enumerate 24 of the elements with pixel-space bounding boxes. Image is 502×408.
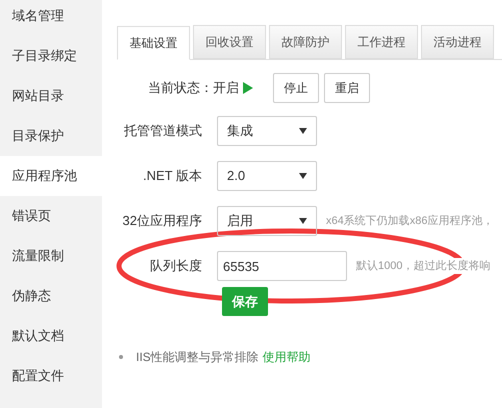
- caret-icon: [299, 173, 307, 179]
- status-label: 当前状态：: [148, 79, 213, 98]
- tab[interactable]: 活动进程: [421, 25, 494, 59]
- field-label: 32位应用程序: [122, 212, 202, 230]
- status-button[interactable]: 重启: [324, 73, 370, 103]
- tab[interactable]: 工作进程: [345, 25, 418, 59]
- field-label: 托管管道模式: [123, 122, 202, 140]
- status-value: 开启: [213, 79, 239, 98]
- caret-icon: [299, 128, 307, 134]
- tab[interactable]: 回收设置: [193, 25, 266, 59]
- status-button[interactable]: 停止: [273, 73, 319, 103]
- tab[interactable]: 基础设置: [117, 26, 190, 60]
- tab[interactable]: 故障防护: [269, 25, 342, 59]
- select-field[interactable]: 启用: [217, 206, 317, 236]
- field-label: 队列长度: [149, 257, 202, 276]
- sidebar-item[interactable]: 应用程序池: [0, 156, 102, 196]
- field-label: .NET 版本: [142, 167, 202, 186]
- caret-icon: [299, 218, 307, 224]
- hint-text: 默认1000，超过此长度将响: [356, 258, 490, 274]
- select-field[interactable]: 2.0: [217, 161, 317, 191]
- bullet-icon: [119, 355, 123, 359]
- input-field[interactable]: 65535: [217, 251, 347, 281]
- help-text: IIS性能调整与异常排除: [136, 349, 259, 366]
- select-field[interactable]: 集成: [217, 116, 317, 146]
